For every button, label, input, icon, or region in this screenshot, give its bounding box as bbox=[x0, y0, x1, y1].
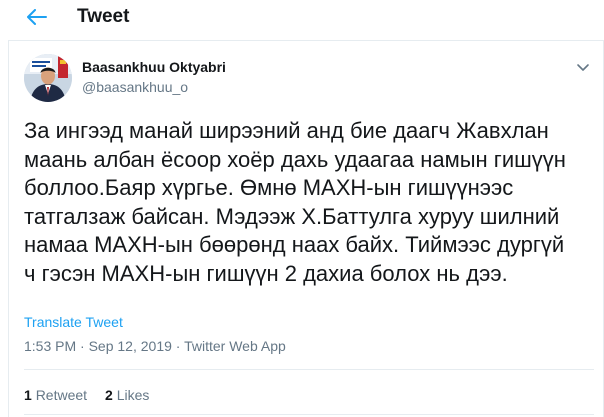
tweet-source[interactable]: Twitter Web App bbox=[184, 338, 286, 354]
bottom-divider bbox=[24, 414, 594, 415]
retweets-label: Retweet bbox=[35, 387, 88, 403]
tweet-meta: 1:53 PM · Sep 12, 2019 · Twitter Web App bbox=[24, 338, 286, 354]
tweet-stats: 1 Retweet 2 Likes bbox=[24, 387, 149, 403]
avatar-image bbox=[24, 54, 72, 102]
header-divider bbox=[8, 40, 604, 41]
author-name[interactable]: Baasankhuu Oktyabri bbox=[82, 59, 226, 75]
back-button[interactable] bbox=[24, 6, 50, 28]
tweet-page: Tweet Baasankhuu Oktyabri @baasankhuu_o … bbox=[0, 0, 604, 417]
tweet-text: За ингээд манай ширээний анд бие даагч Ж… bbox=[24, 118, 566, 286]
retweets-count: 1 bbox=[24, 387, 32, 403]
page-title: Tweet bbox=[77, 6, 130, 27]
likes-count: 2 bbox=[105, 387, 113, 403]
translate-tweet-link[interactable]: Translate Tweet bbox=[24, 314, 123, 330]
chevron-down-icon bbox=[577, 64, 589, 71]
tweet-date[interactable]: Sep 12, 2019 bbox=[89, 338, 172, 354]
avatar[interactable] bbox=[24, 54, 72, 102]
page-header: Tweet bbox=[0, 0, 604, 34]
author-handle[interactable]: @baasankhuu_o bbox=[82, 79, 188, 95]
arrow-left-icon bbox=[27, 9, 47, 25]
stats-divider bbox=[24, 369, 594, 370]
likes-label: Likes bbox=[116, 387, 150, 403]
meta-separator: · bbox=[76, 338, 89, 354]
column-left-border bbox=[8, 40, 9, 417]
meta-separator: · bbox=[171, 338, 185, 354]
tweet-time[interactable]: 1:53 PM bbox=[24, 338, 76, 354]
more-options-button[interactable] bbox=[574, 58, 592, 76]
retweets-stat[interactable]: 1 Retweet bbox=[24, 387, 87, 403]
likes-stat[interactable]: 2 Likes bbox=[105, 387, 149, 403]
